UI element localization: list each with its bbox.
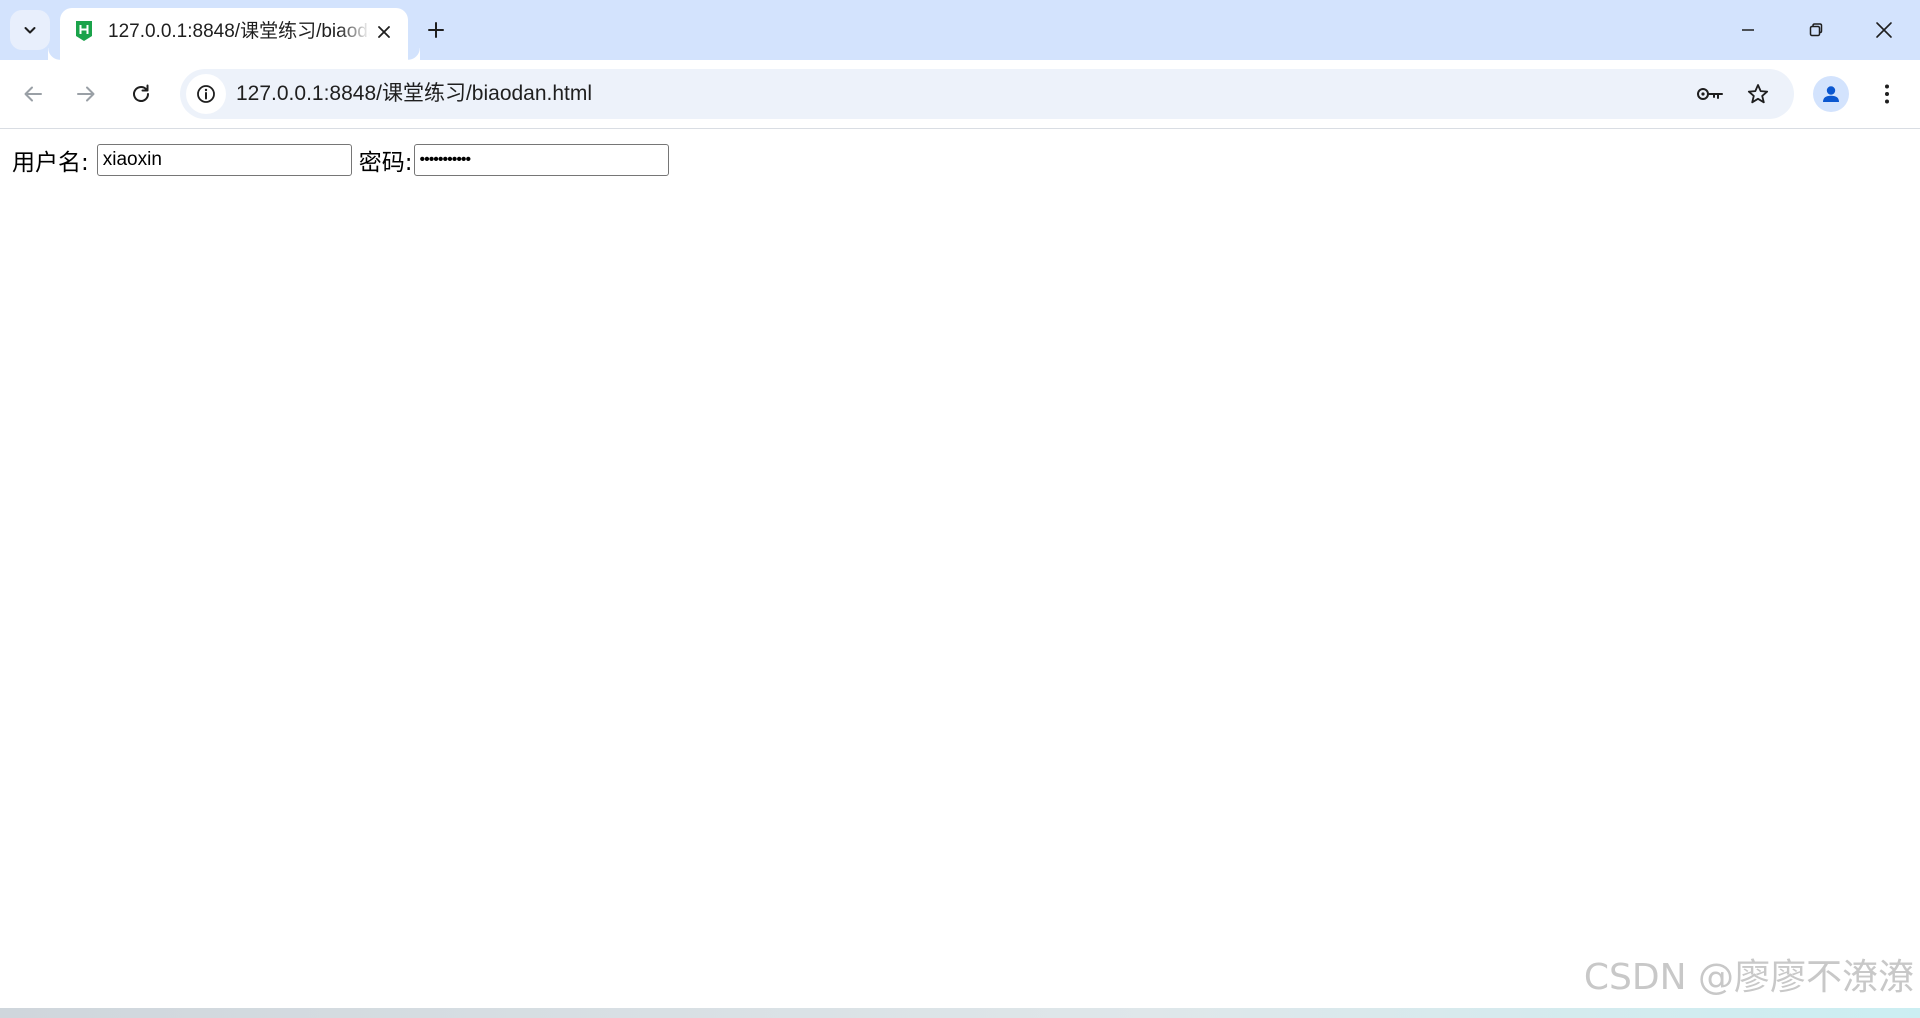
restore-icon bbox=[1809, 23, 1823, 37]
login-form: 用户名: 密码: bbox=[12, 143, 669, 177]
arrow-right-icon bbox=[77, 86, 95, 102]
password-label: 密码: bbox=[358, 150, 413, 176]
page-content: 用户名: 密码: CSDN @廖廖不潦潦 bbox=[0, 129, 1920, 1008]
tab-title: 127.0.0.1:8848/课堂练习/biaodan.html bbox=[108, 21, 370, 42]
browser-toolbar: 127.0.0.1:8848/课堂练习/biaodan.html bbox=[0, 60, 1920, 129]
bookmark-button[interactable] bbox=[1738, 74, 1778, 114]
reload-icon bbox=[133, 84, 149, 102]
close-icon bbox=[378, 26, 390, 38]
address-bar[interactable]: 127.0.0.1:8848/课堂练习/biaodan.html bbox=[180, 69, 1794, 119]
site-info-button[interactable] bbox=[186, 74, 226, 114]
hbuilder-favicon-icon bbox=[76, 21, 92, 41]
arrow-left-icon bbox=[24, 86, 42, 102]
key-icon bbox=[1697, 88, 1723, 100]
new-tab-button[interactable] bbox=[418, 12, 454, 48]
forward-button[interactable] bbox=[66, 74, 106, 114]
username-label: 用户名: bbox=[12, 150, 89, 176]
password-key-button[interactable] bbox=[1690, 74, 1730, 114]
plus-icon bbox=[428, 22, 444, 38]
close-window-button[interactable] bbox=[1850, 0, 1918, 60]
watermark: CSDN @廖廖不潦潦 bbox=[1583, 957, 1914, 998]
chevron-down-icon bbox=[24, 27, 36, 34]
star-icon bbox=[1747, 84, 1769, 104]
restore-button[interactable] bbox=[1782, 0, 1850, 60]
username-input[interactable] bbox=[96, 144, 352, 176]
back-button[interactable] bbox=[13, 74, 53, 114]
active-tab[interactable]: 127.0.0.1:8848/课堂练习/biaodan.html bbox=[60, 8, 420, 60]
minimize-button[interactable] bbox=[1714, 0, 1782, 60]
tab-search-button[interactable] bbox=[10, 10, 50, 50]
browser-menu-button[interactable] bbox=[1867, 74, 1907, 114]
taskbar-edge bbox=[0, 1008, 1920, 1018]
more-vertical-icon bbox=[1885, 84, 1889, 104]
url-text[interactable]: 127.0.0.1:8848/课堂练习/biaodan.html bbox=[236, 81, 592, 107]
reload-button[interactable] bbox=[121, 74, 161, 114]
minimize-icon bbox=[1742, 29, 1754, 31]
avatar-icon bbox=[1823, 86, 1839, 102]
tab-close-button[interactable] bbox=[372, 20, 396, 44]
close-icon bbox=[1876, 22, 1892, 38]
profile-button[interactable] bbox=[1813, 76, 1849, 112]
info-icon bbox=[197, 85, 215, 103]
password-input[interactable] bbox=[413, 144, 669, 176]
tab-strip: 127.0.0.1:8848/课堂练习/biaodan.html bbox=[0, 0, 1920, 60]
